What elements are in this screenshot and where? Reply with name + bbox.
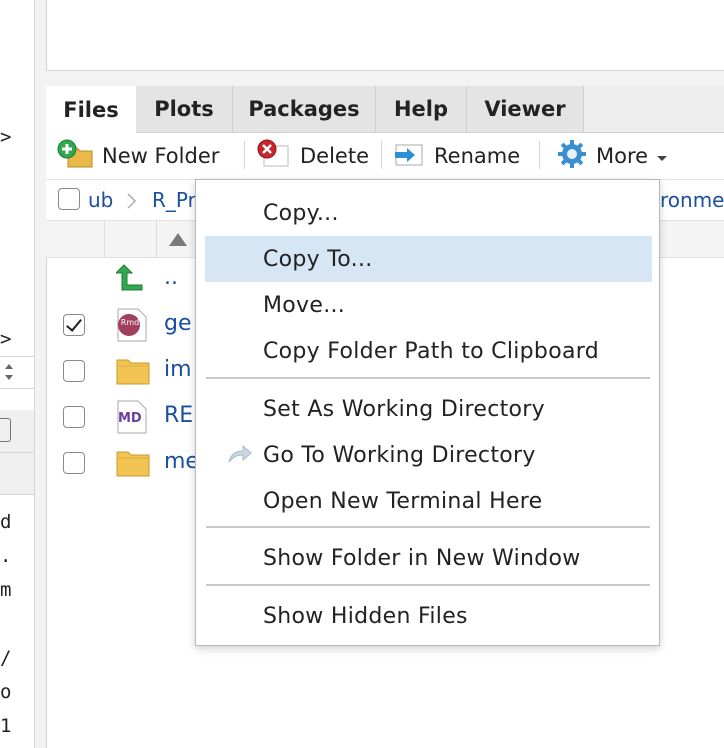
file-name[interactable]: me xyxy=(164,449,199,474)
menu-divider xyxy=(206,377,650,379)
file-name[interactable]: .. xyxy=(164,265,178,290)
rmd-icon-text: Rmd xyxy=(120,318,140,327)
go-to-directory-icon xyxy=(227,444,253,470)
toolbar-divider xyxy=(381,141,382,169)
menu-item-copy[interactable]: Copy... xyxy=(205,190,652,236)
up-arrow-icon xyxy=(114,263,144,297)
rmd-file-icon: Rmd xyxy=(116,308,148,346)
console-text: o xyxy=(0,681,12,703)
file-checkbox[interactable] xyxy=(63,360,85,382)
tab-label: Plots xyxy=(154,97,214,121)
console-text: m xyxy=(0,579,12,601)
menu-item-label: Open New Terminal Here xyxy=(263,488,543,514)
tab-files[interactable]: Files xyxy=(46,86,137,133)
tab-plots[interactable]: Plots xyxy=(136,86,233,132)
menu-item-label: Copy... xyxy=(263,200,339,226)
column-divider xyxy=(104,221,105,257)
menu-item-label: Go To Working Directory xyxy=(263,442,536,468)
menu-item-label: Move... xyxy=(263,292,346,318)
new-folder-label: New Folder xyxy=(102,144,220,168)
menu-item-go-to-working-directory[interactable]: Go To Working Directory xyxy=(205,432,652,478)
file-checkbox[interactable] xyxy=(63,452,85,474)
console-prompt: > xyxy=(0,126,12,148)
menu-item-show-folder-new-window[interactable]: Show Folder in New Window xyxy=(205,535,652,581)
menu-item-copy-to[interactable]: Copy To... xyxy=(205,236,652,282)
select-all-checkbox[interactable] xyxy=(58,188,80,210)
menu-item-label: Copy To... xyxy=(263,246,373,272)
tab-help[interactable]: Help xyxy=(376,86,467,132)
console-text: / xyxy=(0,647,12,669)
file-checkbox[interactable] xyxy=(63,314,85,336)
console-text: d xyxy=(0,511,12,533)
chevron-down-icon xyxy=(656,144,668,168)
menu-item-show-hidden-files[interactable]: Show Hidden Files xyxy=(205,593,652,639)
tab-label: Files xyxy=(63,97,119,122)
menu-item-label: Show Folder in New Window xyxy=(263,545,581,571)
source-pane-partial xyxy=(46,0,724,71)
new-folder-button[interactable]: New Folder xyxy=(56,139,220,174)
window-icon[interactable] xyxy=(0,418,11,442)
file-name[interactable]: im xyxy=(164,357,192,382)
folder-icon xyxy=(116,357,150,389)
file-name[interactable]: RE xyxy=(164,403,193,428)
tab-packages[interactable]: Packages xyxy=(233,86,376,132)
divider xyxy=(0,388,34,389)
md-file-icon: MD xyxy=(116,400,148,438)
folder-icon xyxy=(116,449,150,481)
tab-label: Packages xyxy=(248,97,360,121)
scroll-arrows-icon[interactable] xyxy=(2,360,16,384)
menu-item-move[interactable]: Move... xyxy=(205,282,652,328)
menu-item-label: Show Hidden Files xyxy=(263,603,468,629)
pane-gap xyxy=(46,71,724,86)
file-name[interactable]: ge xyxy=(164,311,192,336)
pane-splitter[interactable] xyxy=(34,0,46,748)
more-label: More xyxy=(596,144,649,168)
files-toolbar: New Folder Delete Rename More xyxy=(46,133,724,180)
rename-icon xyxy=(392,139,426,174)
menu-item-set-working-directory[interactable]: Set As Working Directory xyxy=(205,386,652,432)
gear-icon xyxy=(556,138,588,175)
delete-icon xyxy=(256,139,292,174)
toolbar-divider xyxy=(539,141,540,169)
column-divider xyxy=(156,221,157,257)
chevron-right-icon xyxy=(126,192,138,214)
menu-item-label: Copy Folder Path to Clipboard xyxy=(263,338,599,364)
more-context-menu: Copy... Copy To... Move... Copy Folder P… xyxy=(195,179,660,646)
menu-divider xyxy=(206,584,650,586)
rename-label: Rename xyxy=(434,144,521,168)
menu-item-open-terminal[interactable]: Open New Terminal Here xyxy=(205,478,652,524)
breadcrumb-link[interactable]: R_Pr xyxy=(152,188,196,212)
delete-label: Delete xyxy=(300,144,369,168)
rename-button[interactable]: Rename xyxy=(392,141,520,171)
tab-viewer[interactable]: Viewer xyxy=(467,86,584,132)
console-prompt: > xyxy=(0,328,12,350)
sort-ascending-icon[interactable] xyxy=(168,231,188,251)
console-text: 1 xyxy=(0,715,12,737)
folder-add-icon xyxy=(56,139,94,174)
breadcrumb-link[interactable]: ronme xyxy=(660,188,724,212)
console-text: . xyxy=(0,545,12,567)
divider xyxy=(0,356,34,357)
delete-button[interactable]: Delete xyxy=(256,139,369,174)
menu-divider xyxy=(206,526,650,528)
menu-item-label: Set As Working Directory xyxy=(263,396,545,422)
tab-label: Help xyxy=(393,97,449,121)
more-button[interactable]: More xyxy=(556,139,668,171)
toolbar-divider xyxy=(244,141,245,169)
divider xyxy=(0,494,34,495)
divider xyxy=(0,452,34,453)
breadcrumb-link[interactable]: ub xyxy=(88,188,113,212)
menu-item-copy-folder-path[interactable]: Copy Folder Path to Clipboard xyxy=(205,328,652,374)
md-icon-text: MD xyxy=(118,411,142,426)
file-checkbox[interactable] xyxy=(63,406,85,428)
left-pane-partial: > > d . m / o 1 xyxy=(0,0,35,748)
tab-label: Viewer xyxy=(484,97,566,121)
pane-tabbar: Files Plots Packages Help Viewer xyxy=(46,86,724,133)
